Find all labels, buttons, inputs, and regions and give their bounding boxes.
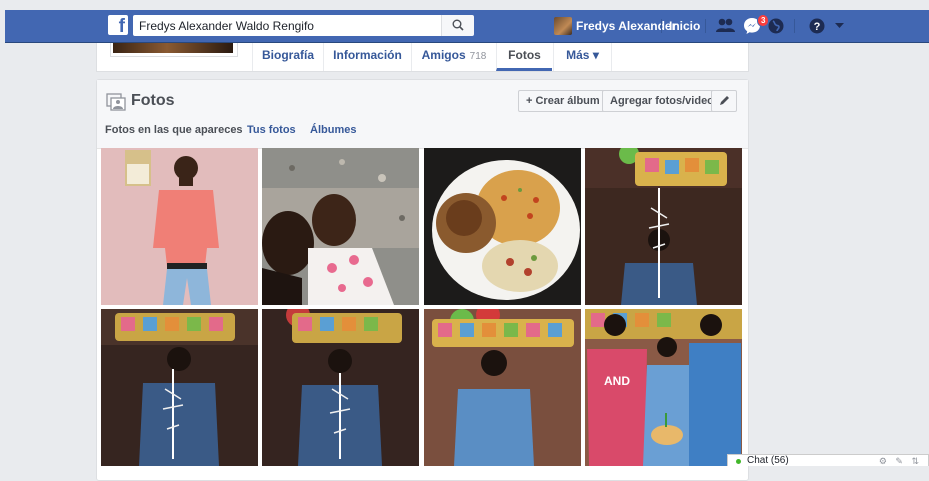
online-status-dot [736,459,741,464]
tab-divider [611,43,613,71]
pencil-icon [720,96,729,105]
tab-mas[interactable]: Más ▾ [553,43,611,71]
friends-count: 718 [469,51,487,62]
avatar[interactable] [554,17,572,35]
edit-button[interactable] [711,90,737,112]
photo-thumbnail[interactable] [101,309,258,466]
chat-bar[interactable]: Chat (56) ⚙ ✎ ⇅ [727,454,929,466]
profile-picture[interactable] [110,43,238,57]
help-icon[interactable]: ? [808,17,826,35]
photo-thumbnail[interactable] [424,309,581,466]
chevron-down-icon[interactable] [835,23,844,29]
subtab-albums[interactable]: Álbumes [310,124,356,136]
tab-label: Amigos [421,48,466,62]
photo-thumbnail[interactable]: AND [585,309,742,466]
search-button[interactable] [441,15,474,36]
tab-label: Información [333,48,402,62]
photo-thumbnail[interactable] [101,148,258,305]
globe-icon[interactable] [767,17,785,35]
tab-biografia[interactable]: Biografía [252,43,323,71]
top-navigation-bar: f Fredys Alexander Inicio 3 ? [5,10,929,43]
add-photos-video-button[interactable]: Agregar fotos/video [602,90,722,112]
chat-label: Chat (56) [747,455,789,466]
photo-thumbnail[interactable] [262,148,419,305]
friends-icon[interactable] [716,17,736,35]
subtab-tagged-photos[interactable]: Fotos en las que apareces [105,124,243,136]
subtab-your-photos[interactable]: Tus fotos [247,124,296,136]
tab-label: Fotos [508,48,541,62]
profile-picture-image [113,43,233,53]
tab-fotos[interactable]: Fotos [496,43,552,71]
settings-icon[interactable]: ⚙ ✎ ⇅ [879,455,922,467]
photos-panel: Fotos + Crear álbum Agregar fotos/video … [96,79,749,481]
photos-panel-header: Fotos + Crear álbum Agregar fotos/video … [97,80,748,149]
nav-divider [794,19,795,33]
tab-label: Biografía [261,48,314,62]
nav-divider [661,19,662,33]
home-link[interactable]: Inicio [669,19,700,33]
photo-thumbnail[interactable] [262,309,419,466]
tab-informacion[interactable]: Información [323,43,411,71]
tab-amigos[interactable]: Amigos 718 [411,43,496,71]
photos-title: Fotos [131,92,175,109]
search-box [133,15,471,36]
search-input[interactable] [133,15,445,36]
create-album-button[interactable]: + Crear álbum [518,90,608,112]
search-icon [452,19,464,31]
tab-label: Más ▾ [566,48,599,62]
svg-text:AND: AND [604,374,630,388]
photo-thumbnail[interactable] [424,148,581,305]
photo-album-icon [106,93,126,111]
facebook-logo[interactable]: f [108,15,128,35]
svg-text:?: ? [814,21,821,33]
photo-thumbnail[interactable] [585,148,742,305]
nav-divider [705,19,706,33]
